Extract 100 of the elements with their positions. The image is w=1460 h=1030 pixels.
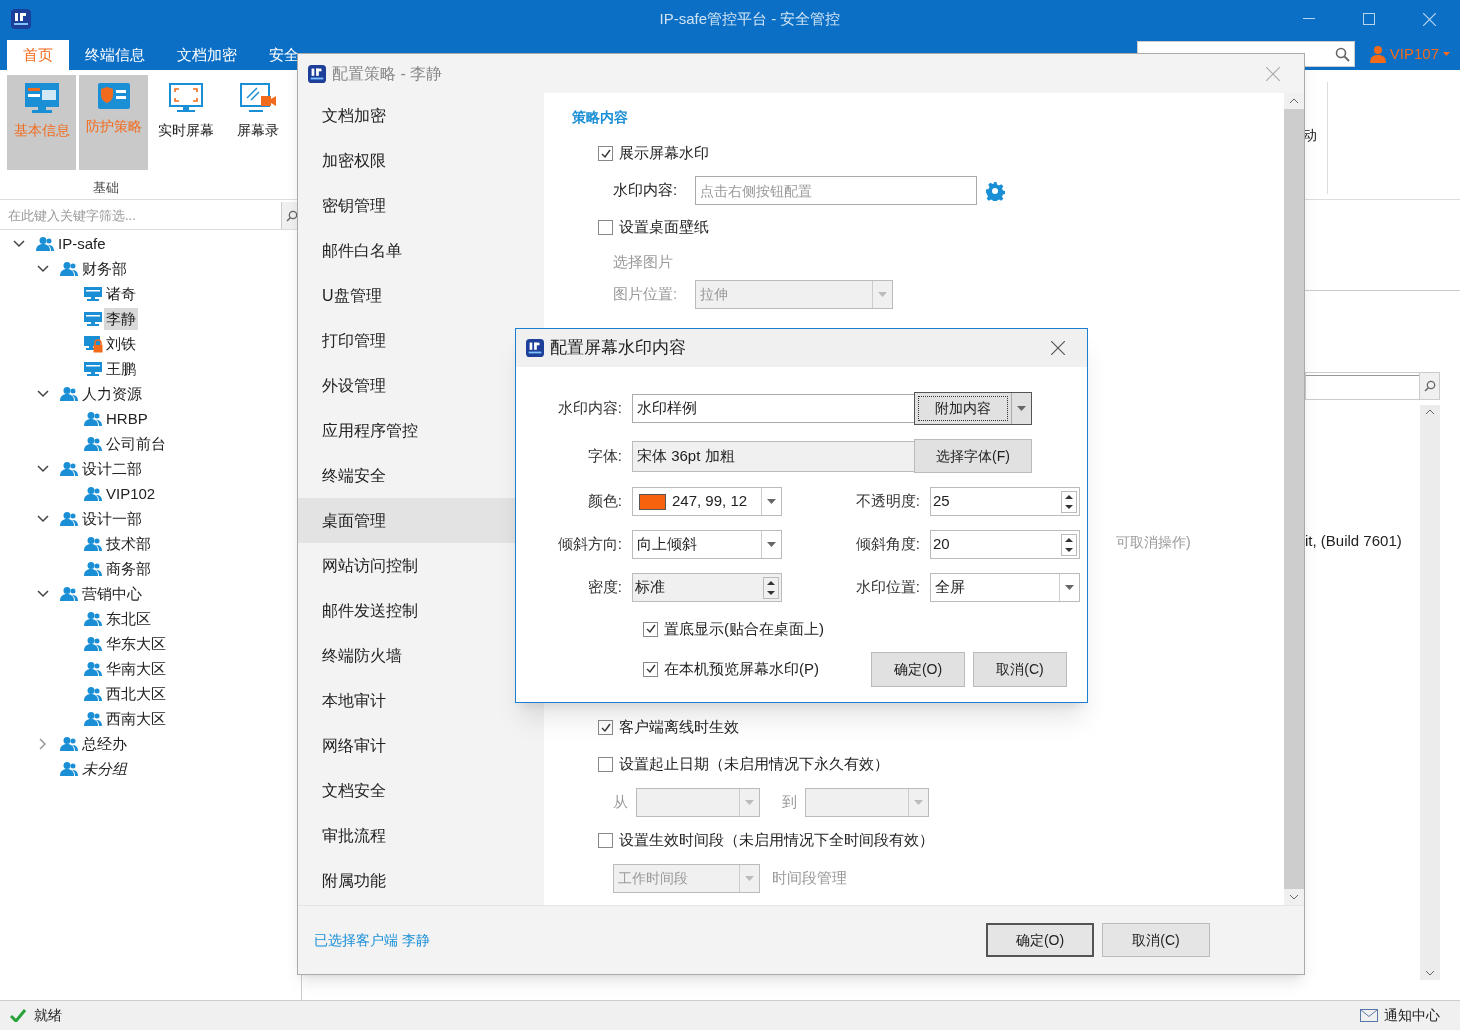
nav-item[interactable]: U盘管理: [298, 273, 544, 318]
nav-item[interactable]: 邮件发送控制: [298, 588, 544, 633]
menu-tab[interactable]: 终端信息: [69, 40, 161, 70]
tree-item[interactable]: 西北大区: [104, 682, 168, 705]
tree-item[interactable]: 人力资源: [80, 382, 144, 405]
checkbox[interactable]: [643, 661, 658, 677]
spin-down-icon[interactable]: [1065, 504, 1073, 509]
tree-item[interactable]: 设计二部: [80, 457, 144, 480]
scroll-up-icon[interactable]: [1289, 98, 1299, 104]
tree-item[interactable]: 总经办: [80, 732, 129, 755]
menu-tab[interactable]: 安全: [253, 40, 315, 70]
checkbox[interactable]: [598, 220, 613, 235]
field-label: 不透明度:: [854, 491, 920, 512]
tree-item[interactable]: 李静: [104, 307, 138, 330]
minimize-icon[interactable]: [1303, 18, 1315, 20]
watermark-content-field[interactable]: 点击右侧按钮配置: [695, 176, 977, 205]
tilt-angle-spinbox[interactable]: 20: [930, 530, 1080, 559]
nav-item[interactable]: 外设管理: [298, 363, 544, 408]
menu-tab[interactable]: 文档加密: [161, 40, 253, 70]
scrollbar[interactable]: [1284, 93, 1304, 905]
caret-icon: [745, 876, 754, 881]
scroll-up-icon[interactable]: [1425, 409, 1435, 415]
tree-item[interactable]: 技术部: [104, 532, 153, 555]
ribbon-button[interactable]: 实时屏幕: [151, 75, 220, 170]
checkbox[interactable]: [598, 146, 613, 161]
field-label: 图片位置:: [613, 283, 679, 304]
checkbox[interactable]: [598, 833, 613, 848]
tree-item[interactable]: VIP102: [104, 482, 158, 505]
choose-font-button[interactable]: 选择字体(F): [914, 439, 1032, 473]
notification-center-button[interactable]: 通知中心: [1360, 1005, 1440, 1026]
close-icon[interactable]: [1051, 341, 1065, 355]
nav-item[interactable]: 邮件白名单: [298, 228, 544, 273]
nav-item[interactable]: 应用程序管控: [298, 408, 544, 453]
nav-item[interactable]: 本地审计: [298, 678, 544, 723]
nav-item[interactable]: 附属功能: [298, 858, 544, 903]
nav-item[interactable]: 密钥管理: [298, 183, 544, 228]
tree-item[interactable]: 诸奇: [104, 282, 138, 305]
nav-item[interactable]: 文档加密: [298, 93, 544, 138]
tilt-direction-select[interactable]: 向上倾斜: [632, 530, 782, 559]
start-date-select[interactable]: [636, 788, 760, 817]
nav-item[interactable]: 网络审计: [298, 723, 544, 768]
ribbon-button[interactable]: 屏幕录: [223, 75, 292, 170]
nav-item[interactable]: 加密权限: [298, 138, 544, 183]
tree-item[interactable]: IP-safe: [56, 232, 108, 255]
tree-item[interactable]: 王鹏: [104, 357, 138, 380]
user-group-icon: [36, 235, 54, 252]
user-group-icon: [84, 535, 102, 552]
tree-item[interactable]: HRBP: [104, 407, 150, 430]
color-select[interactable]: 247, 99, 12: [632, 487, 782, 516]
tree-item[interactable]: 商务部: [104, 557, 153, 580]
scroll-down-icon[interactable]: [1289, 894, 1299, 900]
watermark-position-select[interactable]: 全屏: [930, 573, 1080, 602]
scroll-down-icon[interactable]: [1425, 970, 1435, 976]
ok-button[interactable]: 确定(O): [871, 651, 965, 687]
checkbox[interactable]: [598, 720, 613, 735]
checkbox-label: 置底显示(贴合在桌面上): [664, 618, 824, 639]
spin-down-icon[interactable]: [767, 590, 775, 595]
spin-up-icon[interactable]: [1065, 537, 1073, 542]
nav-item[interactable]: 网站访问控制: [298, 543, 544, 588]
ok-button[interactable]: 确定(O): [986, 923, 1094, 957]
tree-item[interactable]: 未分组: [80, 757, 129, 780]
tree-item[interactable]: 华南大区: [104, 657, 168, 680]
scrollbar[interactable]: [1420, 405, 1440, 980]
opacity-spinbox[interactable]: 25: [930, 487, 1080, 516]
spin-up-icon[interactable]: [1065, 494, 1073, 499]
tree-item[interactable]: 财务部: [80, 257, 129, 280]
collapse-chevron-icon[interactable]: [39, 737, 47, 750]
expand-chevron-icon[interactable]: [37, 589, 49, 598]
tree-item[interactable]: 西南大区: [104, 707, 168, 730]
append-content-button[interactable]: 附加内容: [914, 392, 1032, 425]
settings-icon[interactable]: [985, 180, 1005, 201]
tree-item[interactable]: 东北区: [104, 607, 153, 630]
checkbox[interactable]: [643, 621, 658, 637]
checkbox[interactable]: [598, 757, 613, 772]
tree-item[interactable]: 营销中心: [80, 582, 144, 605]
cancel-button[interactable]: 取消(C): [1102, 923, 1210, 957]
expand-chevron-icon[interactable]: [37, 464, 49, 473]
expand-chevron-icon[interactable]: [37, 514, 49, 523]
density-spinbox[interactable]: 标准: [632, 573, 782, 602]
expand-chevron-icon[interactable]: [37, 264, 49, 273]
maximize-icon[interactable]: [1363, 13, 1375, 25]
user-group-icon: [60, 260, 78, 277]
expand-chevron-icon[interactable]: [13, 239, 25, 248]
user-group-icon: [60, 385, 78, 402]
nav-item[interactable]: 终端安全: [298, 453, 544, 498]
nav-item[interactable]: 打印管理: [298, 318, 544, 363]
expand-chevron-icon[interactable]: [37, 389, 49, 398]
tree-item[interactable]: 公司前台: [104, 432, 168, 455]
spin-up-icon[interactable]: [767, 580, 775, 585]
search-field[interactable]: [1305, 372, 1440, 400]
tree-item[interactable]: 华东大区: [104, 632, 168, 655]
cancel-button[interactable]: 取消(C): [973, 651, 1067, 687]
nav-item[interactable]: 文档安全: [298, 768, 544, 813]
nav-item[interactable]: 终端防火墙: [298, 633, 544, 678]
tree-item[interactable]: 设计一部: [80, 507, 144, 530]
nav-item[interactable]: 审批流程: [298, 813, 544, 858]
monitor-icon: [84, 310, 102, 327]
spin-down-icon[interactable]: [1065, 547, 1073, 552]
tree-item[interactable]: 刘铁: [104, 332, 138, 355]
filter-field[interactable]: 在此键入关键字筛选...: [0, 202, 281, 229]
